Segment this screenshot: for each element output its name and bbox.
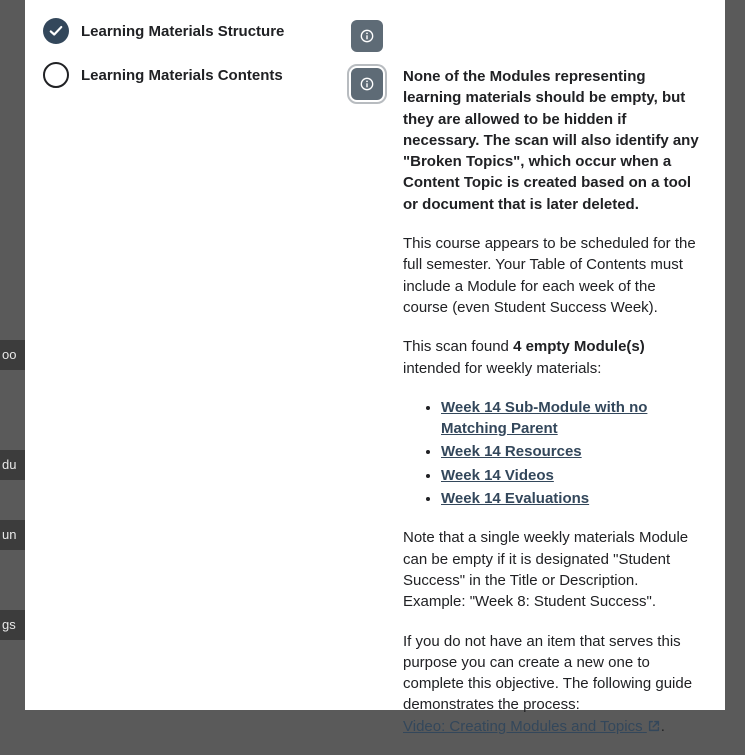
unchecked-icon — [43, 62, 69, 88]
checklist: Learning Materials Structure Learning Ma… — [43, 18, 333, 755]
info-panel: None of the Modules representing learnin… — [403, 18, 707, 755]
checklist-item-label: Learning Materials Structure — [81, 23, 284, 40]
module-link[interactable]: Week 14 Sub-Module with no Matching Pare… — [441, 399, 647, 437]
list-item: Week 14 Sub-Module with no Matching Pare… — [441, 397, 701, 440]
info-button-contents[interactable] — [351, 68, 383, 100]
bg-fragment: gs — [0, 610, 25, 640]
info-exception-note: Note that a single weekly materials Modu… — [403, 527, 701, 612]
module-link[interactable]: Week 14 Videos — [441, 467, 554, 484]
check-icon — [43, 18, 69, 44]
scan-bold: 4 empty Module(s) — [513, 338, 645, 355]
info-button-structure[interactable] — [351, 20, 383, 52]
guide-link[interactable]: Video: Creating Modules and Topics — [403, 718, 661, 735]
list-item: Week 14 Evaluations — [441, 488, 701, 509]
checklist-item-label: Learning Materials Contents — [81, 67, 283, 84]
module-link[interactable]: Week 14 Resources — [441, 443, 582, 460]
guide-link-text: Video: Creating Modules and Topics — [403, 718, 643, 735]
bg-fragment: un — [0, 520, 25, 550]
info-schedule-note: This course appears to be scheduled for … — [403, 233, 701, 318]
list-item: Week 14 Videos — [441, 465, 701, 486]
scan-prefix: This scan found — [403, 338, 513, 355]
guide-intro: If you do not have an item that serves t… — [403, 633, 692, 714]
checklist-item-contents[interactable]: Learning Materials Contents — [43, 62, 333, 88]
modal-panel: Learning Materials Structure Learning Ma… — [25, 0, 725, 710]
module-link[interactable]: Week 14 Evaluations — [441, 490, 589, 507]
bg-fragment: oo — [0, 340, 25, 370]
empty-module-list: Week 14 Sub-Module with no Matching Pare… — [403, 397, 701, 509]
checklist-item-structure[interactable]: Learning Materials Structure — [43, 18, 333, 44]
guide-tail: . — [661, 718, 665, 735]
info-intro: None of the Modules representing learnin… — [403, 66, 701, 215]
bg-fragment: du — [0, 450, 25, 480]
external-link-icon — [647, 718, 661, 732]
scan-suffix: intended for weekly materials: — [403, 360, 601, 377]
info-button-column — [351, 18, 385, 755]
list-item: Week 14 Resources — [441, 441, 701, 462]
info-guide-block: If you do not have an item that serves t… — [403, 631, 701, 737]
info-scan-line: This scan found 4 empty Module(s) intend… — [403, 336, 701, 379]
